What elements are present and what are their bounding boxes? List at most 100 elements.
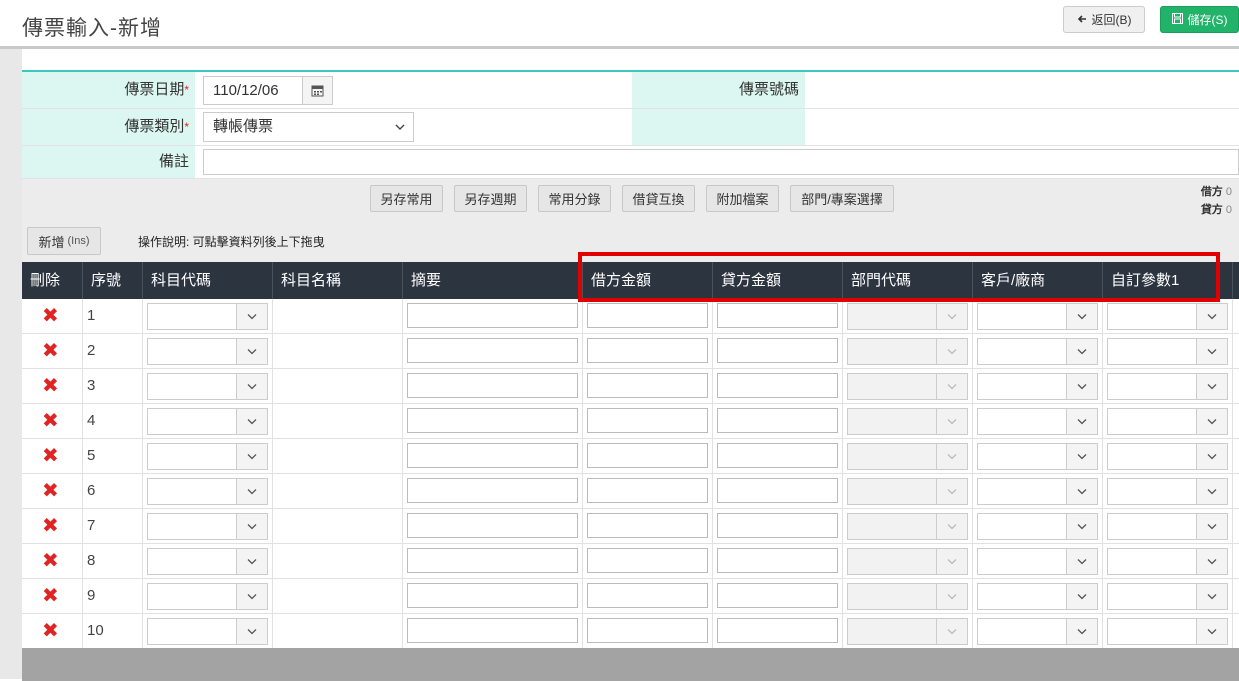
customer-vendor-select[interactable] — [977, 408, 1098, 435]
chevron-down-icon — [1066, 619, 1097, 644]
delete-icon[interactable]: ✖ — [42, 376, 59, 396]
account-code-select[interactable] — [147, 373, 268, 400]
debit-amount-input[interactable] — [587, 478, 708, 503]
delete-icon[interactable]: ✖ — [42, 411, 59, 431]
customer-vendor-select[interactable] — [977, 373, 1098, 400]
customer-vendor-select[interactable] — [977, 618, 1098, 645]
swap-debit-credit-button[interactable]: 借貸互換 — [622, 185, 695, 212]
summary-input[interactable] — [407, 338, 578, 363]
summary-input[interactable] — [407, 408, 578, 433]
customer-vendor-select[interactable] — [977, 443, 1098, 470]
debit-amount-input[interactable] — [587, 338, 708, 363]
customer-vendor-select[interactable] — [977, 513, 1098, 540]
summary-input[interactable] — [407, 548, 578, 573]
back-button[interactable]: 返回(B) — [1063, 6, 1145, 33]
table-row[interactable]: ✖ 4 — [22, 404, 1239, 439]
customer-vendor-select[interactable] — [977, 478, 1098, 505]
credit-amount-input[interactable] — [717, 373, 838, 398]
row-seq: 2 — [87, 342, 96, 359]
dept-cell — [843, 334, 973, 368]
voucher-type-select[interactable]: 轉帳傳票 — [203, 112, 414, 142]
customer-vendor-select[interactable] — [977, 303, 1098, 330]
chevron-down-icon — [1066, 374, 1097, 399]
save-as-common-button[interactable]: 另存常用 — [370, 185, 443, 212]
save-as-periodic-button[interactable]: 另存週期 — [454, 185, 527, 212]
credit-amount-input[interactable] — [717, 618, 838, 643]
summary-input[interactable] — [407, 303, 578, 328]
custom-param1-select[interactable] — [1107, 618, 1228, 645]
account-code-select[interactable] — [147, 338, 268, 365]
table-row[interactable]: ✖ 10 — [22, 614, 1239, 649]
custom-param1-select[interactable] — [1107, 513, 1228, 540]
debit-amount-input[interactable] — [587, 373, 708, 398]
custom-param1-select[interactable] — [1107, 303, 1228, 330]
add-row-button[interactable]: 新增 (Ins) — [27, 227, 101, 255]
customer-vendor-select[interactable] — [977, 583, 1098, 610]
custom-param1-select[interactable] — [1107, 583, 1228, 610]
calendar-icon[interactable] — [303, 76, 333, 105]
dept-project-select-button[interactable]: 部門/專案選擇 — [790, 185, 894, 212]
custom-param1-select[interactable] — [1107, 338, 1228, 365]
credit-amount-input[interactable] — [717, 338, 838, 363]
attach-file-button[interactable]: 附加檔案 — [706, 185, 779, 212]
delete-icon[interactable]: ✖ — [42, 586, 59, 606]
debit-amount-input[interactable] — [587, 443, 708, 468]
custom-param1-select[interactable] — [1107, 478, 1228, 505]
credit-amount-input[interactable] — [717, 478, 838, 503]
save-button[interactable]: 儲存(S) — [1160, 6, 1239, 33]
custom-param1-select[interactable] — [1107, 548, 1228, 575]
table-row[interactable]: ✖ 7 — [22, 509, 1239, 544]
account-code-select[interactable] — [147, 583, 268, 610]
credit-amount-input[interactable] — [717, 443, 838, 468]
account-code-select[interactable] — [147, 548, 268, 575]
debit-amount-input[interactable] — [587, 618, 708, 643]
debit-amount-input[interactable] — [587, 548, 708, 573]
delete-icon[interactable]: ✖ — [42, 481, 59, 501]
delete-icon[interactable]: ✖ — [42, 341, 59, 361]
account-code-select[interactable] — [147, 513, 268, 540]
table-row[interactable]: ✖ 6 — [22, 474, 1239, 509]
account-code-select[interactable] — [147, 408, 268, 435]
credit-amount-input[interactable] — [717, 513, 838, 538]
custom-param1-select[interactable] — [1107, 408, 1228, 435]
summary-input[interactable] — [407, 618, 578, 643]
credit-amount-input[interactable] — [717, 583, 838, 608]
account-code-select[interactable] — [147, 303, 268, 330]
account-code-select[interactable] — [147, 618, 268, 645]
customer-vendor-select[interactable] — [977, 548, 1098, 575]
delete-icon[interactable]: ✖ — [42, 551, 59, 571]
customer-cell — [973, 509, 1103, 543]
col-seq: 序號 — [83, 262, 143, 299]
summary-input[interactable] — [407, 373, 578, 398]
delete-icon[interactable]: ✖ — [42, 306, 59, 326]
delete-icon[interactable]: ✖ — [42, 446, 59, 466]
table-row[interactable]: ✖ 1 — [22, 299, 1239, 334]
account-code-select[interactable] — [147, 443, 268, 470]
note-input[interactable] — [203, 149, 1239, 175]
table-row[interactable]: ✖ 2 — [22, 334, 1239, 369]
summary-input[interactable] — [407, 583, 578, 608]
customer-vendor-select[interactable] — [977, 338, 1098, 365]
credit-amount-input[interactable] — [717, 408, 838, 433]
custom-param1-select[interactable] — [1107, 373, 1228, 400]
table-row[interactable]: ✖ 9 — [22, 579, 1239, 614]
summary-cell — [403, 369, 583, 403]
credit-amount-input[interactable] — [717, 548, 838, 573]
custom-param1-select[interactable] — [1107, 443, 1228, 470]
delete-icon[interactable]: ✖ — [42, 621, 59, 641]
delete-icon[interactable]: ✖ — [42, 516, 59, 536]
table-row[interactable]: ✖ 8 — [22, 544, 1239, 579]
summary-input[interactable] — [407, 478, 578, 503]
account-code-select[interactable] — [147, 478, 268, 505]
debit-amount-input[interactable] — [587, 583, 708, 608]
debit-amount-input[interactable] — [587, 408, 708, 433]
table-row[interactable]: ✖ 5 — [22, 439, 1239, 474]
date-input[interactable]: 110/12/06 — [203, 76, 303, 105]
summary-input[interactable] — [407, 443, 578, 468]
credit-amount-input[interactable] — [717, 303, 838, 328]
debit-amount-input[interactable] — [587, 513, 708, 538]
summary-input[interactable] — [407, 513, 578, 538]
common-entries-button[interactable]: 常用分錄 — [538, 185, 611, 212]
debit-amount-input[interactable] — [587, 303, 708, 328]
table-row[interactable]: ✖ 3 — [22, 369, 1239, 404]
